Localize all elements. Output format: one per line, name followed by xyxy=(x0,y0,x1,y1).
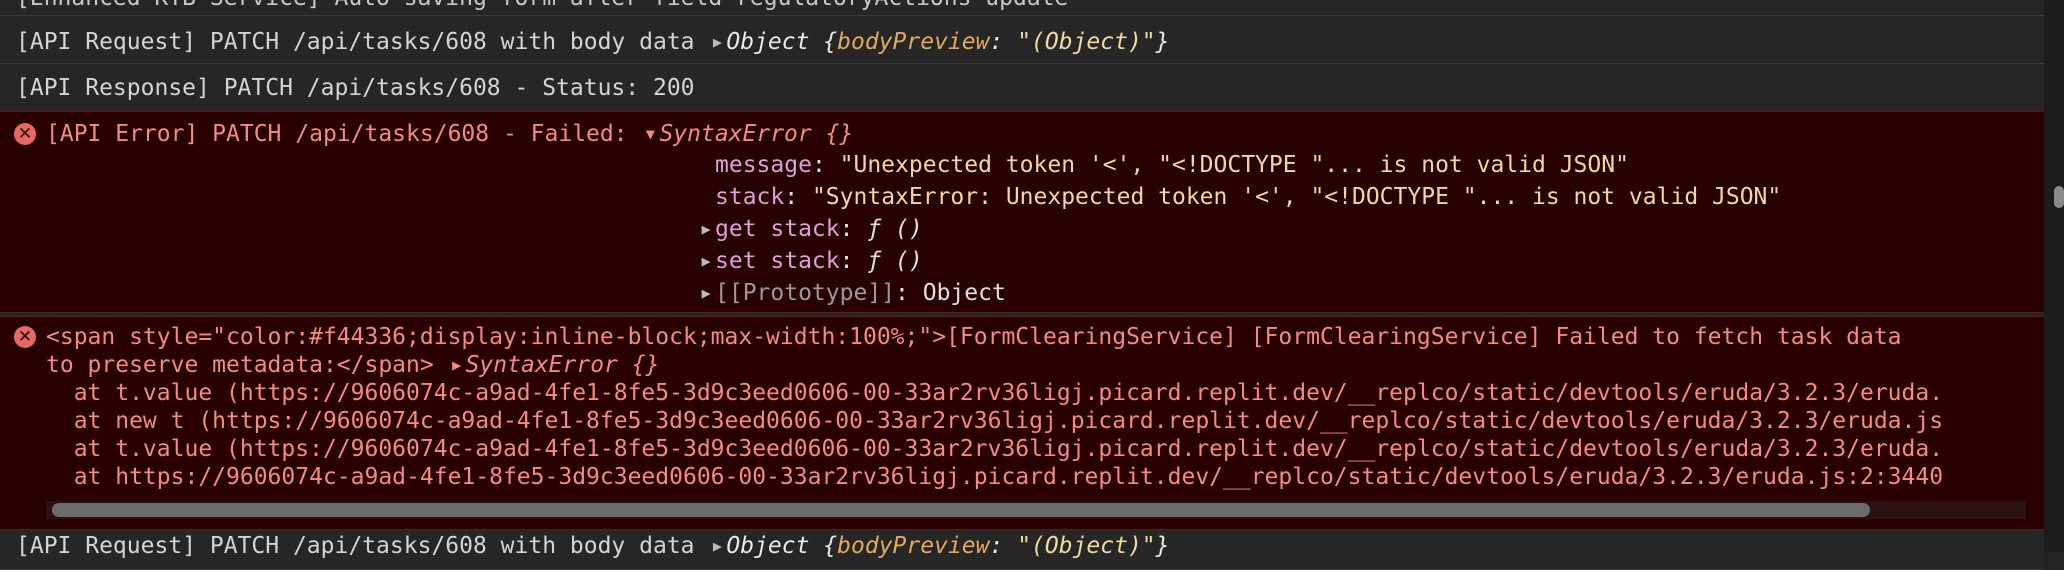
prop-value: ƒ () xyxy=(867,216,923,242)
log-entry: [API Request] PATCH /api/tasks/608 with … xyxy=(16,532,1170,560)
prop-get-stack[interactable]: ▶ get stack: ƒ () xyxy=(697,215,923,243)
log-text: [API Response] PATCH /api/tasks/608 - St… xyxy=(16,75,695,101)
prop-set-stack[interactable]: ▶ set stack: ƒ () xyxy=(697,247,923,275)
colon: : xyxy=(989,29,1018,55)
error-entry: [API Error] PATCH /api/tasks/608 - Faile… xyxy=(46,120,853,148)
object-key: bodyPreview xyxy=(837,533,990,559)
triangle-right-icon[interactable]: ▶ xyxy=(697,279,715,307)
prop-key: message xyxy=(715,152,812,178)
log-text: [API Request] PATCH /api/tasks/608 with … xyxy=(16,29,709,55)
error-entry: to preserve metadata:</span> ▶ SyntaxErro… xyxy=(46,351,659,379)
triangle-right-icon[interactable]: ▶ xyxy=(708,28,726,56)
object-preview[interactable]: Object {bodyPreview: "(Object)"} xyxy=(726,29,1169,55)
prop-value: Object xyxy=(922,280,1006,306)
error-object[interactable]: SyntaxError {} xyxy=(659,121,853,147)
prop-value: ƒ () xyxy=(867,248,923,274)
log-row-kyb: [Enhanced KYB Service] Auto-saving form … xyxy=(0,0,2044,16)
prop-key: [[Prototype]] xyxy=(715,280,896,306)
vertical-scrollbar[interactable] xyxy=(2044,0,2064,552)
log-row-api-request: [API Request] PATCH /api/tasks/608 with … xyxy=(0,16,2044,64)
triangle-right-icon[interactable]: ▶ xyxy=(708,532,726,560)
log-row-api-request: [API Request] PATCH /api/tasks/608 with … xyxy=(0,530,2044,570)
error-text: to preserve metadata:</span> xyxy=(46,352,448,378)
prop-key: stack xyxy=(715,184,785,210)
triangle-right-icon[interactable]: ▶ xyxy=(697,247,715,275)
log-entry: [API Request] PATCH /api/tasks/608 with … xyxy=(16,28,1170,56)
brace-close: } xyxy=(1155,533,1170,559)
stack-trace-line[interactable]: at https://9606074c-a9ad-4fe1-8fe5-3d9c3… xyxy=(46,463,1943,491)
error-object[interactable]: SyntaxError {} xyxy=(466,352,660,378)
prop-prototype[interactable]: ▶ [[Prototype]]: Object xyxy=(697,279,1006,307)
object-preview[interactable]: Object {bodyPreview: "(Object)"} xyxy=(726,533,1169,559)
log-text: [API Request] PATCH /api/tasks/608 with … xyxy=(16,533,709,559)
prop-value: "SyntaxError: Unexpected token '<', "<!D… xyxy=(811,184,1782,210)
prop-key: set stack xyxy=(715,248,840,274)
prop-value: "Unexpected token '<', "<!DOCTYPE "... i… xyxy=(839,152,1629,178)
object-key: bodyPreview xyxy=(837,29,990,55)
log-row-api-response: [API Response] PATCH /api/tasks/608 - St… xyxy=(0,64,2044,112)
brace-open: { xyxy=(823,533,838,559)
stack-trace-line[interactable]: at new t (https://9606074c-a9ad-4fe1-8fe… xyxy=(46,407,1943,435)
stack-trace-line[interactable]: at t.value (https://9606074c-a9ad-4fe1-8… xyxy=(46,435,1943,463)
object-label: Object xyxy=(726,533,824,559)
console-log-panel: [Enhanced KYB Service] Auto-saving form … xyxy=(0,0,2044,570)
vertical-scrollbar-thumb[interactable] xyxy=(2054,186,2064,208)
error-text: [API Error] PATCH /api/tasks/608 - Faile… xyxy=(46,121,642,147)
prop-message: message: "Unexpected token '<', "<!DOCTY… xyxy=(715,152,1629,178)
brace-close: } xyxy=(1155,29,1170,55)
error-text: <span style="color:#f44336;display:inlin… xyxy=(46,324,1902,350)
horizontal-scrollbar[interactable] xyxy=(46,501,2026,519)
triangle-down-icon[interactable]: ▼ xyxy=(641,120,659,148)
log-row-api-error: ✕ [API Error] PATCH /api/tasks/608 - Fai… xyxy=(0,111,2044,313)
prop-key: get stack xyxy=(715,216,840,242)
colon: : xyxy=(989,533,1018,559)
object-value: "(Object)" xyxy=(1017,29,1156,55)
log-row-form-clearing-error: ✕ <span style="color:#f44336;display:inl… xyxy=(0,316,2044,530)
log-text: [Enhanced KYB Service] Auto-saving form … xyxy=(16,0,1068,12)
brace-open: { xyxy=(823,29,838,55)
stack-trace-line[interactable]: at t.value (https://9606074c-a9ad-4fe1-8… xyxy=(46,379,1943,407)
object-value: "(Object)" xyxy=(1017,533,1156,559)
triangle-right-icon[interactable]: ▶ xyxy=(448,351,466,379)
prop-stack: stack: "SyntaxError: Unexpected token '<… xyxy=(715,184,1782,210)
horizontal-scrollbar-thumb[interactable] xyxy=(52,503,1870,517)
triangle-right-icon[interactable]: ▶ xyxy=(697,215,715,243)
object-label: Object xyxy=(726,29,824,55)
close-circle-icon: ✕ xyxy=(14,123,36,145)
close-circle-icon: ✕ xyxy=(14,326,36,348)
